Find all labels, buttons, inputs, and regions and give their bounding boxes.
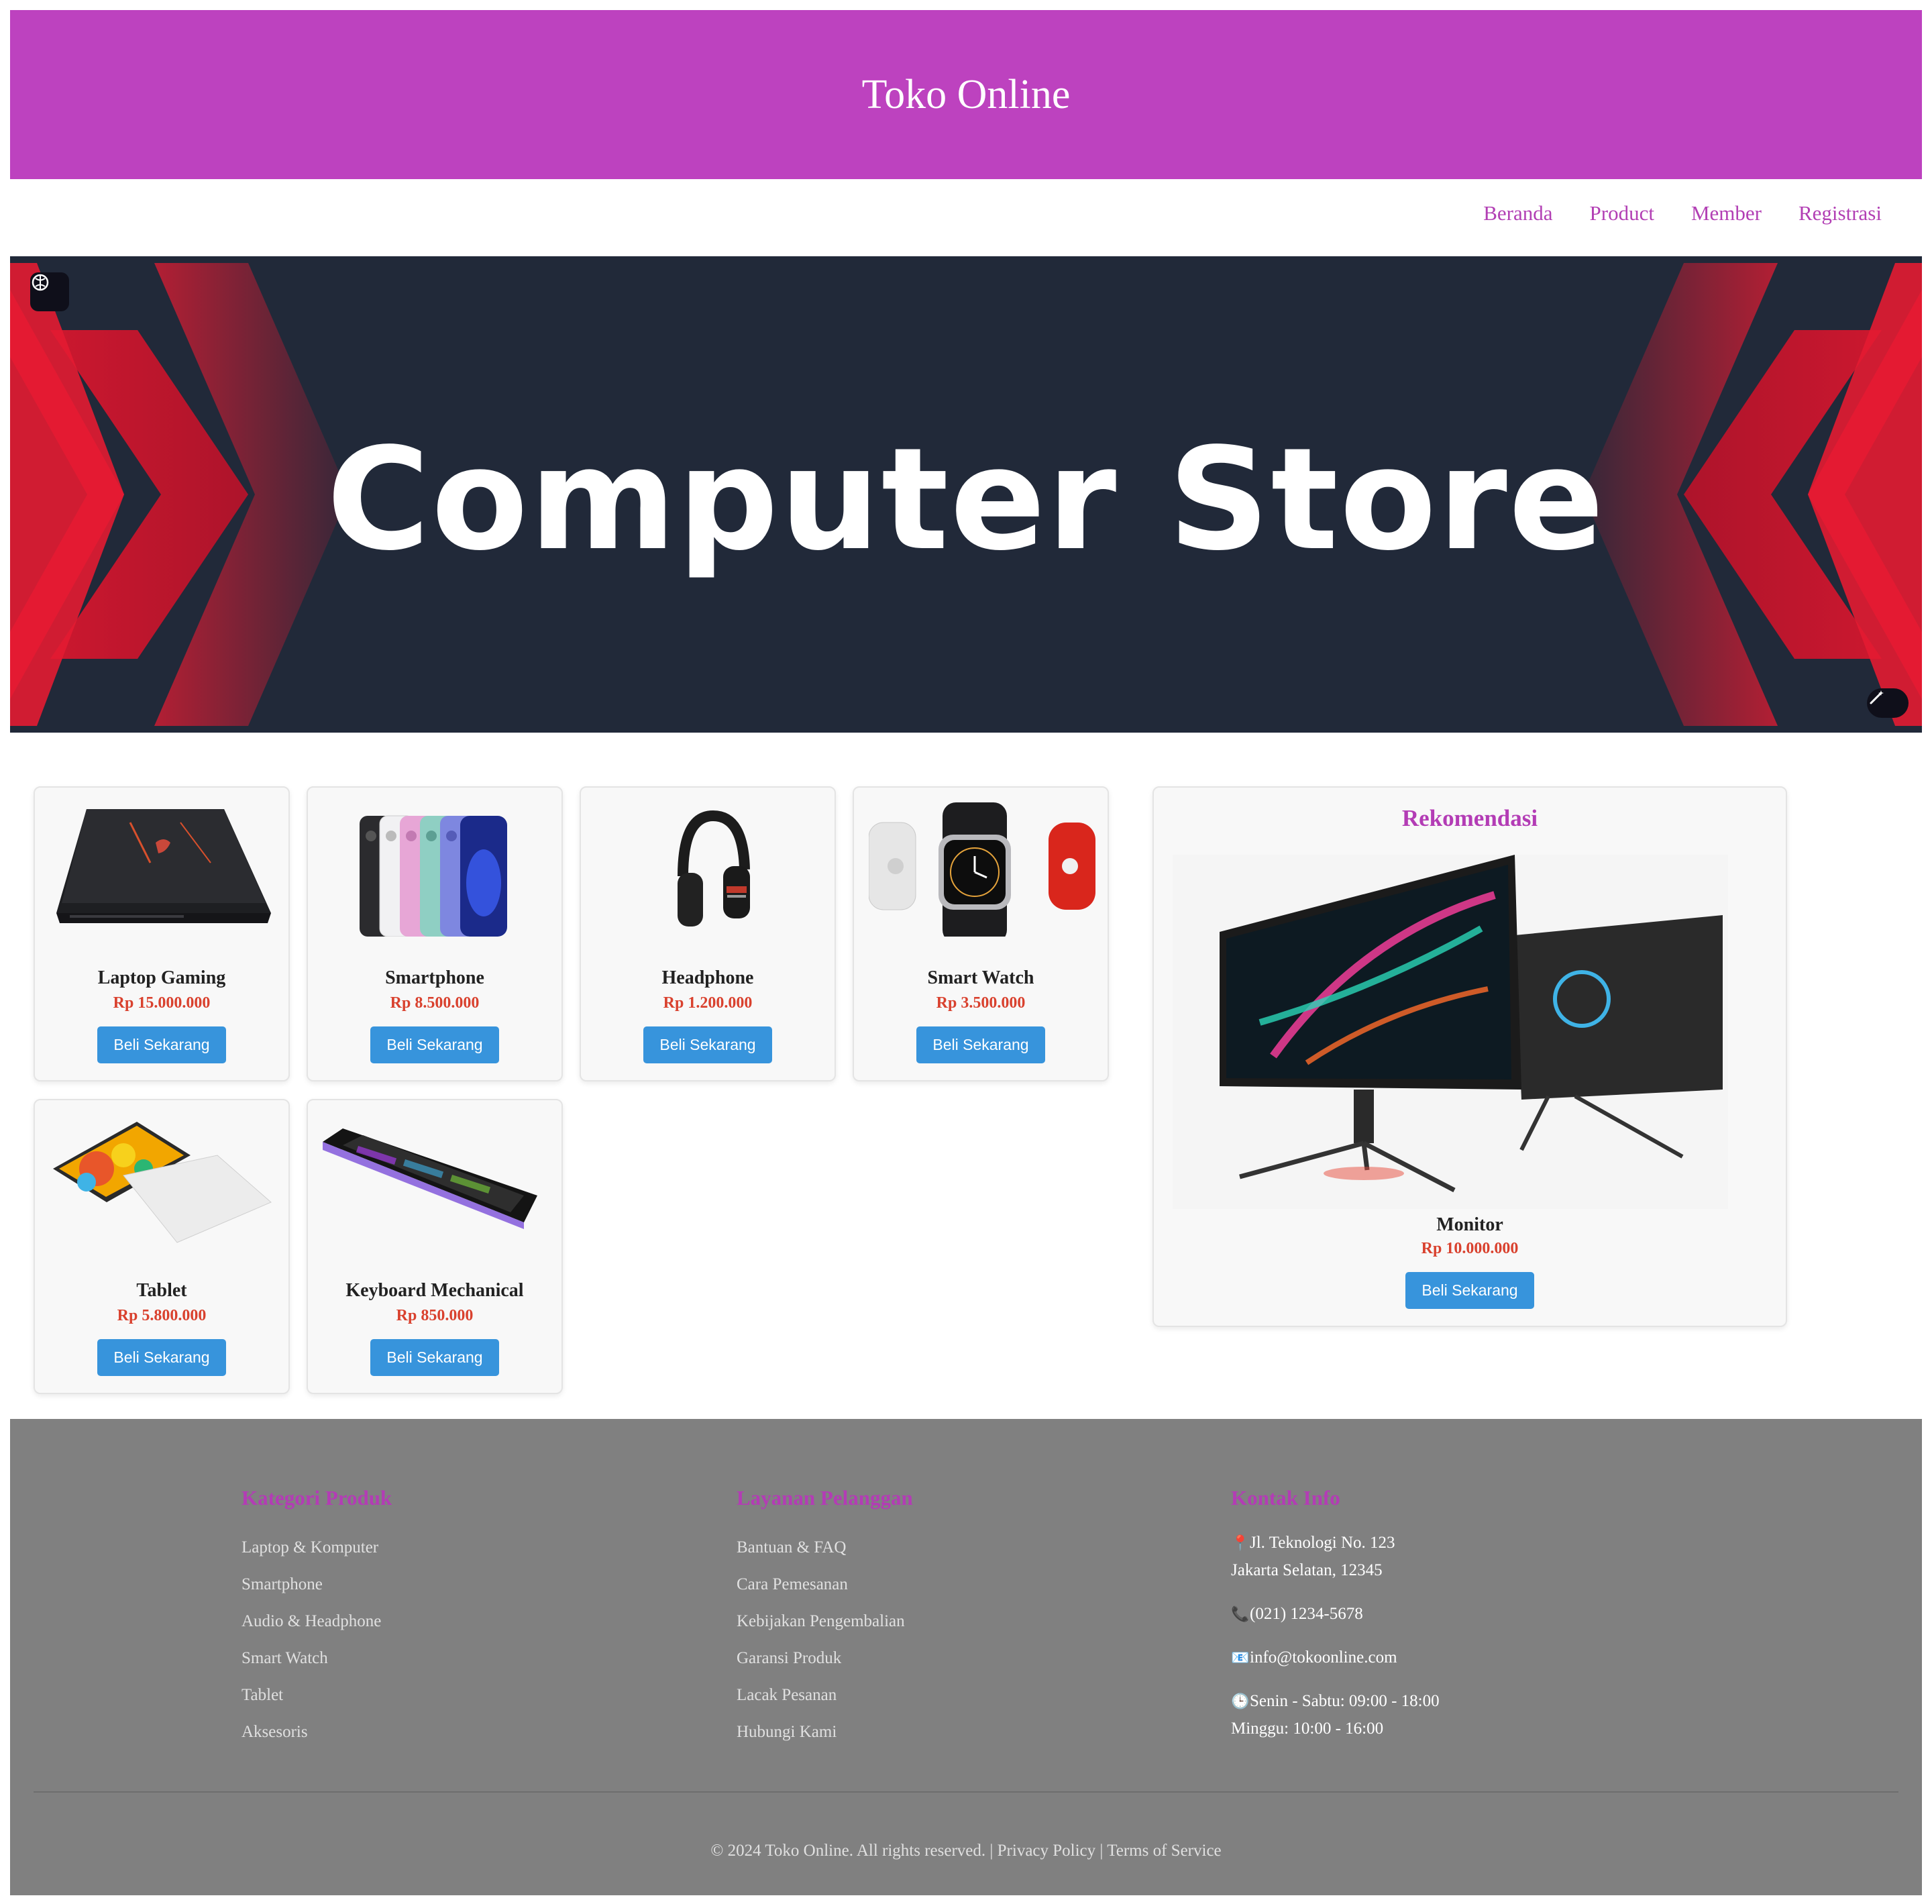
- terms-of-service-link[interactable]: Terms of Service: [1107, 1842, 1221, 1860]
- phone-number: (021) 1234-5678: [1250, 1605, 1363, 1623]
- product-card-keyboard-mechanical: Keyboard Mechanical Rp 850.000 Beli Seka…: [307, 1099, 563, 1394]
- nav-member[interactable]: Member: [1691, 201, 1762, 225]
- email-icon: 📧: [1231, 1649, 1250, 1666]
- smartphone-image: [360, 815, 507, 937]
- buy-now-button[interactable]: Beli Sekarang: [370, 1026, 499, 1063]
- banner-title: Computer Store: [326, 417, 1606, 582]
- product-price: Rp 15.000.000: [113, 994, 211, 1012]
- footer-contact: Kontak Info 📍Jl. Teknologi No. 123 Jakar…: [1231, 1486, 1440, 1758]
- footer-contact-heading: Kontak Info: [1231, 1486, 1340, 1510]
- footer-link-smartphone[interactable]: Smartphone: [241, 1566, 392, 1603]
- product-name: Laptop Gaming: [97, 967, 226, 988]
- headphone-image: [678, 810, 750, 927]
- buy-now-button[interactable]: Beli Sekarang: [1405, 1272, 1534, 1309]
- product-price: Rp 850.000: [396, 1307, 474, 1324]
- footer-link-track-order[interactable]: Lacak Pesanan: [737, 1677, 913, 1713]
- buy-now-button[interactable]: Beli Sekarang: [97, 1026, 226, 1063]
- buy-now-button[interactable]: Beli Sekarang: [643, 1026, 772, 1063]
- address-line1: Jl. Teknologi No. 123: [1250, 1534, 1395, 1552]
- footer-categories-heading: Kategori Produk: [241, 1486, 392, 1510]
- footer-link-warranty[interactable]: Garansi Produk: [737, 1640, 913, 1677]
- product-name: Keyboard Mechanical: [345, 1280, 524, 1301]
- product-card-tablet: Tablet Rp 5.800.000 Beli Sekarang: [34, 1099, 290, 1394]
- product-price: Rp 1.200.000: [663, 994, 753, 1012]
- footer-link-contact-us[interactable]: Hubungi Kami: [737, 1713, 913, 1750]
- product-name: Smart Watch: [927, 967, 1034, 988]
- smartwatch-image: [869, 802, 1095, 937]
- recommendation-price: Rp 10.000.000: [1421, 1240, 1519, 1257]
- nav-product[interactable]: Product: [1590, 201, 1654, 225]
- footer-link-aksesoris[interactable]: Aksesoris: [241, 1713, 392, 1750]
- recommendation-name: Monitor: [1436, 1214, 1503, 1235]
- main-nav: Beranda Product Member Registrasi: [1446, 201, 1882, 225]
- footer-divider: [34, 1791, 1898, 1793]
- buy-now-button[interactable]: Beli Sekarang: [97, 1339, 226, 1376]
- product-card-smartphone: Smartphone Rp 8.500.000 Beli Sekarang: [307, 786, 563, 1081]
- site-footer: Kategori Produk Laptop & Komputer Smartp…: [10, 1419, 1922, 1895]
- recommendation-card: Rekomendasi Monitor Rp 10.000.000 Beli S…: [1152, 786, 1787, 1327]
- product-name: Headphone: [661, 967, 754, 988]
- footer-link-smartwatch[interactable]: Smart Watch: [241, 1640, 392, 1677]
- laptop-image: [56, 809, 271, 923]
- contact-phone: 📞(021) 1234-5678: [1231, 1600, 1440, 1628]
- product-card-smart-watch: Smart Watch Rp 3.500.000 Beli Sekarang: [853, 786, 1109, 1081]
- tablet-image: [53, 1122, 272, 1243]
- footer-link-faq[interactable]: Bantuan & FAQ: [737, 1529, 913, 1566]
- product-card-laptop-gaming: Laptop Gaming Rp 15.000.000 Beli Sekaran…: [34, 786, 290, 1081]
- ai-icon[interactable]: [30, 272, 69, 311]
- product-price: Rp 3.500.000: [936, 994, 1026, 1012]
- product-name: Tablet: [136, 1280, 187, 1301]
- footer-link-tablet[interactable]: Tablet: [241, 1677, 392, 1713]
- hours-line2: Minggu: 10:00 - 16:00: [1231, 1720, 1384, 1738]
- location-pin-icon: 📍: [1231, 1534, 1250, 1551]
- monitor-image: [1173, 855, 1728, 1209]
- footer-link-order-guide[interactable]: Cara Pemesanan: [737, 1566, 913, 1603]
- contact-email: 📧info@tokoonline.com: [1231, 1644, 1440, 1671]
- copyright-text: © 2024 Toko Online. All rights reserved.…: [710, 1842, 994, 1860]
- hours-line1: Senin - Sabtu: 09:00 - 18:00: [1250, 1692, 1440, 1710]
- phone-icon: 📞: [1231, 1605, 1250, 1622]
- recommendation-heading: Rekomendasi: [1401, 805, 1538, 831]
- contact-address: 📍Jl. Teknologi No. 123 Jakarta Selatan, …: [1231, 1529, 1440, 1584]
- email-address[interactable]: info@tokoonline.com: [1250, 1648, 1397, 1667]
- hero-banner: Computer Store: [10, 256, 1922, 733]
- footer-service-heading: Layanan Pelanggan: [737, 1486, 913, 1510]
- footer-link-laptop[interactable]: Laptop & Komputer: [241, 1529, 392, 1566]
- nav-registrasi[interactable]: Registrasi: [1799, 201, 1882, 225]
- product-name: Smartphone: [385, 967, 484, 988]
- footer-categories: Kategori Produk Laptop & Komputer Smartp…: [241, 1486, 392, 1750]
- copyright-bar: © 2024 Toko Online. All rights reserved.…: [10, 1842, 1922, 1860]
- contact-hours: 🕒Senin - Sabtu: 09:00 - 18:00 Minggu: 10…: [1231, 1687, 1440, 1742]
- keyboard-image: [323, 1128, 537, 1229]
- footer-service: Layanan Pelanggan Bantuan & FAQ Cara Pem…: [737, 1486, 913, 1750]
- magic-wand-icon[interactable]: [1867, 688, 1909, 718]
- privacy-policy-link[interactable]: Privacy Policy: [998, 1842, 1096, 1860]
- footer-link-audio[interactable]: Audio & Headphone: [241, 1603, 392, 1640]
- copyright-separator: |: [1099, 1842, 1104, 1860]
- clock-icon: 🕒: [1231, 1693, 1250, 1709]
- site-header: Toko Online: [10, 10, 1922, 179]
- address-line2: Jakarta Selatan, 12345: [1231, 1561, 1383, 1579]
- product-price: Rp 8.500.000: [390, 994, 480, 1012]
- product-card-headphone: Headphone Rp 1.200.000 Beli Sekarang: [580, 786, 836, 1081]
- product-price: Rp 5.800.000: [117, 1307, 207, 1324]
- site-title: Toko Online: [861, 71, 1071, 117]
- footer-link-return-policy[interactable]: Kebijakan Pengembalian: [737, 1603, 913, 1640]
- buy-now-button[interactable]: Beli Sekarang: [370, 1339, 499, 1376]
- buy-now-button[interactable]: Beli Sekarang: [916, 1026, 1045, 1063]
- nav-beranda[interactable]: Beranda: [1483, 201, 1552, 225]
